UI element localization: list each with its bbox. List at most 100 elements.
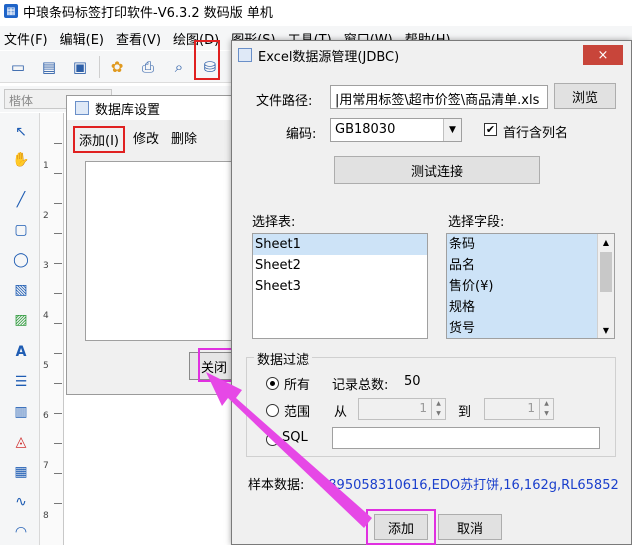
field-list[interactable]: 条码 品名 售价(¥) 规格 货号 ▲ ▼ (446, 233, 615, 339)
add-button-highlight (366, 509, 436, 545)
menu-view[interactable]: 查看(V) (116, 29, 161, 48)
settings-gear-icon[interactable]: ✿ (105, 55, 129, 79)
delete-menu-item[interactable]: 删除 (167, 126, 201, 153)
record-count-label: 记录总数: (332, 378, 389, 393)
ruler-label: 4 (43, 311, 49, 321)
spinner-arrows-icon[interactable]: ▲ ▼ (431, 399, 445, 419)
database-settings-menu: 添加(I) 修改 删除 (73, 126, 205, 153)
table-item-sheet2[interactable]: Sheet2 (253, 255, 427, 276)
image-tool-icon[interactable]: ▧ (10, 279, 32, 301)
header-row-checkbox[interactable]: ✔ (484, 123, 497, 136)
excel-dialog-title: Excel数据源管理(JDBC) (258, 49, 400, 65)
range-label: 范围 (284, 405, 311, 420)
to-value: 1 (527, 401, 535, 415)
left-toolbox: ↖ ✋ ╱ ▢ ◯ ▧ ▨ A ☰ ▥ ◬ ▦ ∿ ◠ (0, 113, 40, 545)
sample-data-value: 4895058310616,EDO苏打饼,16,162g,RL65852 (320, 478, 619, 493)
field-item[interactable]: 售价(¥) (447, 276, 614, 297)
ruler-label: 6 (43, 411, 49, 421)
from-label: 从 (334, 405, 348, 420)
file-path-label: 文件路径: (256, 94, 313, 109)
table-item-sheet3[interactable]: Sheet3 (253, 276, 427, 297)
scroll-down-icon[interactable]: ▼ (598, 322, 614, 338)
browse-button[interactable]: 浏览 (554, 83, 616, 109)
to-spinner[interactable]: 1 ▲ ▼ (484, 398, 554, 420)
select-arrow-icon[interactable]: ↖ (10, 121, 32, 143)
header-row-label: 首行含列名 (503, 126, 569, 141)
range-radio[interactable] (266, 404, 279, 417)
print-preview-icon[interactable]: ⌕ (167, 55, 191, 79)
window-icon (75, 101, 89, 115)
encoding-value: GB18030 (335, 122, 396, 137)
field-item[interactable]: 货号 (447, 318, 614, 338)
from-value: 1 (419, 401, 427, 415)
new-file-icon[interactable]: ▭ (6, 55, 30, 79)
ruler-label: 2 (43, 211, 49, 221)
ruler-label: 5 (43, 361, 49, 371)
print-icon[interactable]: ⎙ (136, 55, 160, 79)
add-menu-item[interactable]: 添加(I) (73, 126, 125, 153)
toolbar-divider (99, 55, 100, 78)
save-icon[interactable]: ▣ (68, 55, 92, 79)
app-title: 中琅条码标签打印软件-V6.3.2 数码版 单机 (23, 5, 273, 21)
ruler-label: 1 (43, 161, 49, 171)
open-folder-icon[interactable]: ▤ (37, 55, 61, 79)
test-connection-button[interactable]: 测试连接 (334, 156, 540, 184)
field-item[interactable]: 规格 (447, 297, 614, 318)
window-icon (238, 48, 252, 62)
encoding-label: 编码: (286, 127, 317, 142)
encoding-select[interactable]: GB18030 ▼ (330, 118, 462, 142)
all-label: 所有 (284, 378, 311, 393)
sample-data-label: 样本数据: (248, 478, 305, 493)
picture-tool-icon[interactable]: ▨ (10, 309, 32, 331)
rounded-rect-tool-icon[interactable]: ▢ (10, 219, 32, 241)
database-settings-title: 数据库设置 (95, 102, 161, 118)
record-count-value: 50 (404, 374, 421, 389)
to-label: 到 (458, 405, 472, 420)
ellipse-tool-icon[interactable]: ◯ (10, 249, 32, 271)
ruler-label: 8 (43, 511, 49, 521)
scroll-thumb[interactable] (600, 252, 612, 292)
grab-hand-icon[interactable]: ✋ (10, 149, 32, 171)
arc-tool-icon[interactable]: ◠ (10, 521, 32, 543)
text-tool-icon[interactable]: A (10, 341, 32, 363)
vertical-ruler: 1 2 3 4 5 6 7 8 (40, 113, 64, 545)
excel-datasource-dialog: Excel数据源管理(JDBC) × 文件路径: |用常用标签\超市价签\商品清… (231, 40, 632, 545)
sql-label: SQL (282, 430, 308, 445)
data-filter-label: 数据过滤 (254, 349, 313, 368)
app-title-bar: ▦ 中琅条码标签打印软件-V6.3.2 数码版 单机 (0, 0, 632, 22)
rich-text-tool-icon[interactable]: ☰ (10, 371, 32, 393)
file-path-input[interactable]: |用常用标签\超市价签\商品清单.xls (330, 85, 548, 109)
ruler-label: 7 (43, 461, 49, 471)
spinner-arrows-icon[interactable]: ▲ ▼ (539, 399, 553, 419)
select-field-label: 选择字段: (448, 215, 505, 230)
field-item[interactable]: 品名 (447, 255, 614, 276)
menu-file[interactable]: 文件(F) (4, 29, 48, 48)
menu-edit[interactable]: 编辑(E) (60, 29, 104, 48)
scroll-up-icon[interactable]: ▲ (598, 234, 614, 250)
sql-radio[interactable] (266, 433, 279, 446)
app-logo-icon: ▦ (4, 4, 18, 18)
shape-tool-icon[interactable]: ◬ (10, 431, 32, 453)
field-item[interactable]: 条码 (447, 234, 614, 255)
all-radio[interactable] (266, 377, 279, 390)
field-list-scrollbar[interactable]: ▲ ▼ (597, 234, 614, 338)
ruler-label: 3 (43, 261, 49, 271)
excel-dialog-title-bar: Excel数据源管理(JDBC) (232, 41, 631, 69)
close-icon[interactable]: × (583, 45, 623, 65)
table-list[interactable]: Sheet1 Sheet2 Sheet3 (252, 233, 428, 339)
chevron-down-icon[interactable]: ▼ (443, 119, 461, 141)
datasource-list[interactable] (85, 161, 235, 341)
qrcode-tool-icon[interactable]: ▦ (10, 461, 32, 483)
table-item-sheet1[interactable]: Sheet1 (253, 234, 427, 255)
sql-input[interactable] (332, 427, 600, 449)
database-settings-window: 数据库设置 添加(I) 修改 删除 关闭 (66, 95, 241, 395)
barcode-tool-icon[interactable]: ▥ (10, 401, 32, 423)
curve-tool-icon[interactable]: ∿ (10, 491, 32, 513)
modify-menu-item[interactable]: 修改 (129, 126, 163, 153)
select-table-label: 选择表: (252, 215, 296, 230)
cancel-button[interactable]: 取消 (438, 514, 502, 540)
database-settings-title-bar: 数据库设置 (67, 96, 240, 120)
from-spinner[interactable]: 1 ▲ ▼ (358, 398, 446, 420)
line-tool-icon[interactable]: ╱ (10, 189, 32, 211)
database-button-highlight (194, 40, 220, 80)
